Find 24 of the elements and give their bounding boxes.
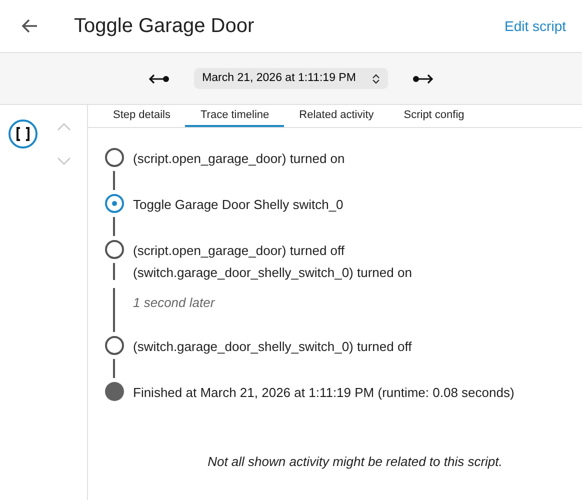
- timeline-entry: Finished at March 21, 2026 at 1:11:19 PM (runtime: 0.08 seconds): [133, 384, 514, 402]
- event-node-icon: [104, 240, 124, 258]
- gap-label: 1 second later: [133, 294, 215, 312]
- trace-select[interactable]: March 21, 2026 at 1:11:19 PM: [194, 68, 388, 90]
- tab[interactable]: Related activity: [284, 105, 389, 126]
- timeline-entry: (switch.garage_door_shelly_switch_0) turned on: [133, 264, 412, 282]
- tab[interactable]: Trace timeline: [185, 105, 284, 126]
- previous-trace-icon[interactable]: [148, 74, 170, 84]
- timeline-entry: (script.open_garage_door) turned on: [133, 150, 345, 168]
- timeline-entry: (switch.garage_door_shelly_switch_0) turned off: [133, 338, 412, 356]
- next-trace-icon[interactable]: [412, 74, 434, 84]
- disclaimer-text: Not all shown activity might be related to this script.: [206, 452, 504, 471]
- event-node-icon: [104, 148, 124, 166]
- up-down-chevron-icon: [372, 74, 380, 84]
- timeline-entry: Toggle Garage Door Shelly switch_0: [133, 196, 344, 214]
- script-icon: [8, 119, 38, 149]
- page-title: Toggle Garage Door: [74, 14, 254, 38]
- event-node-icon: [104, 336, 124, 354]
- tab[interactable]: Step details: [98, 105, 186, 126]
- edit-script-link[interactable]: Edit script: [504, 16, 566, 36]
- finish-node-icon: [104, 382, 124, 400]
- timeline-entry: (script.open_garage_door) turned off: [133, 242, 346, 260]
- step-node-icon: [104, 194, 124, 212]
- tab[interactable]: Script config: [388, 105, 480, 126]
